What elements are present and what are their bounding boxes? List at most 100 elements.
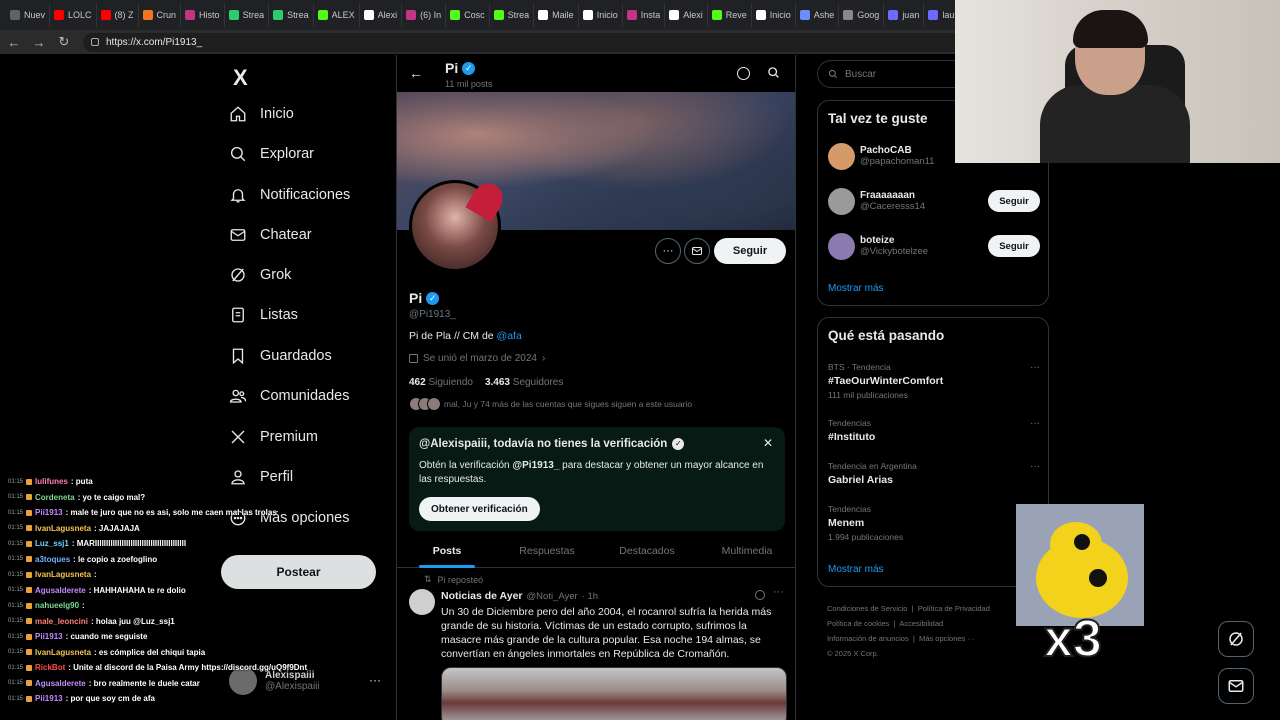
more-dots-icon[interactable]: ··· [1030,418,1040,429]
browser-tab[interactable]: ALEX [314,3,360,27]
trend-item[interactable]: Tendencia en Argentina Gabriel Arias ··· [828,461,1040,486]
chat-username[interactable]: IvanLagusneta [35,570,91,579]
avatar[interactable] [409,589,435,615]
tweet-image[interactable] [441,667,787,720]
followed-by[interactable]: mal, Ju y 74 más de las cuentas que sigu… [409,397,692,411]
chat-username[interactable]: a3toques [35,555,70,564]
tab-posts[interactable]: Posts [397,535,497,568]
nav-item-notifications[interactable]: Notificaciones [229,186,350,204]
follow-button[interactable]: Seguir [988,190,1040,212]
browser-tab[interactable]: LOLC [50,3,97,27]
footer-link[interactable]: Más opciones ··· [919,634,975,643]
browser-tab[interactable]: Inicio [752,3,796,27]
nav-item-grok[interactable]: Grok [229,266,291,284]
suggestion-item[interactable]: boteize @Vickybotelzee Seguir [828,231,1040,261]
message-button[interactable] [684,238,710,264]
nav-item-bookmarks[interactable]: Guardados [229,347,332,365]
browser-tab[interactable]: Alexi [360,3,403,27]
bio-mention-link[interactable]: @afa [497,330,522,342]
footer-link[interactable]: Política de Privacidad [918,604,990,613]
tab-replies[interactable]: Respuestas [497,535,597,567]
back-arrow-icon[interactable]: ← [409,65,423,81]
browser-tab[interactable]: (8) Z [97,3,139,27]
chat-username[interactable]: lulifunes [35,477,68,486]
grok-icon[interactable] [755,590,765,600]
copyright: © 2025 X Corp. [827,649,879,658]
browser-tab[interactable]: Strea [490,3,535,27]
browser-tab[interactable]: Goog [839,3,885,27]
back-arrow-icon[interactable]: ← [3,31,25,53]
browser-tab[interactable]: juan [884,3,925,27]
footer-link[interactable]: Condiciones de Servicio [827,604,907,613]
tweet-author[interactable]: Noticias de Ayer [441,590,523,602]
reload-icon[interactable]: ↻ [53,31,75,53]
chat-username[interactable]: Pii1913 [35,694,63,703]
trend-item[interactable]: Tendencias Menem 1.994 publicaciones [828,504,1040,542]
follow-button[interactable]: Seguir [988,235,1040,257]
chat-badge-icon [26,556,33,563]
nav-item-explore[interactable]: Explorar [229,145,314,163]
browser-tab[interactable]: Strea [269,3,314,27]
trend-meta: Tendencias [828,418,872,428]
footer-link[interactable]: Política de cookies [827,619,890,628]
search-icon[interactable] [767,66,780,84]
get-verified-button[interactable]: Obtener verificación [419,497,540,521]
tweet-handle[interactable]: @Noti_Ayer [527,591,578,602]
chat-username[interactable]: Agusalderete [35,586,86,595]
more-options-button[interactable]: ··· [655,238,681,264]
messages-float-button[interactable] [1218,668,1254,704]
browser-tab[interactable]: Alexi [665,3,708,27]
chat-username[interactable]: male_leoncini [35,617,88,626]
browser-tab[interactable]: Maile [534,3,579,27]
chat-username[interactable]: Cordeneta [35,493,75,502]
show-more-link[interactable]: Mostrar más [828,564,884,575]
tab-highlights[interactable]: Destacados [597,535,697,567]
more-dots-icon[interactable]: ··· [1030,362,1040,373]
nav-item-lists[interactable]: Listas [229,306,298,324]
x-logo-icon[interactable]: X [233,65,248,91]
chat-username[interactable]: Pii1913 [35,632,63,641]
more-dots-icon[interactable]: ··· [1030,461,1040,472]
browser-tab[interactable]: Reve [708,3,752,27]
chat-username[interactable]: IvanLagusneta [35,524,91,533]
nav-item-chat[interactable]: Chatear [229,226,312,244]
profile-avatar[interactable] [409,177,509,272]
browser-tab[interactable]: Crun [139,3,182,27]
browser-tab[interactable]: Inicio [579,3,623,27]
grok-float-button[interactable] [1218,621,1254,657]
footer-link[interactable]: Información de anuncios [827,634,909,643]
trend-item[interactable]: BTS · Tendencia #TaeOurWinterComfort 111… [828,362,1040,400]
browser-tab[interactable]: Strea [225,3,270,27]
chat-username[interactable]: IvanLagusneta [35,648,91,657]
tweet-time[interactable]: · 1h [582,591,598,602]
browser-tab[interactable]: Histo [181,3,225,27]
url-field[interactable]: https://x.com/Pi1913_ [83,32,963,52]
suggestion-item[interactable]: Fraaaaaaan @Caceresss14 Seguir [828,186,1040,216]
browser-tab[interactable]: Nuev [6,3,51,27]
browser-tab[interactable]: Cosc [446,3,490,27]
follow-button[interactable]: Seguir [714,238,786,264]
tab-favicon-icon [582,10,593,20]
chat-username[interactable]: nahueelg90 [35,601,79,610]
chat-username[interactable]: RickBot [35,663,65,672]
browser-tab[interactable]: (6) In [402,3,447,27]
following-link[interactable]: 462 Siguiendo [409,377,473,388]
grok-icon[interactable] [737,67,750,80]
followers-link[interactable]: 3.463 Seguidores [485,377,563,388]
nav-item-communities[interactable]: Comunidades [229,387,349,405]
footer-link[interactable]: Accesibilidad [899,619,943,628]
chat-username[interactable]: Agusalderete [35,679,86,688]
nav-item-premium[interactable]: Premium [229,428,318,446]
trend-item[interactable]: Tendencias #Instituto ··· [828,418,1040,443]
chat-username[interactable]: Luz_ssj1 [35,539,69,548]
show-more-link[interactable]: Mostrar más [828,283,884,294]
tab-media[interactable]: Multimedia [697,535,795,567]
nav-item-home[interactable]: Inicio [229,105,294,123]
browser-tab[interactable]: Insta [623,3,666,27]
close-icon[interactable]: ✕ [763,436,773,450]
chat-username[interactable]: Pii1913 [35,508,63,517]
browser-tab[interactable]: Ashe [796,3,840,27]
more-dots-icon[interactable]: ··· [369,673,381,687]
more-dots-icon[interactable]: ··· [773,586,784,598]
forward-arrow-icon[interactable]: → [28,31,50,53]
